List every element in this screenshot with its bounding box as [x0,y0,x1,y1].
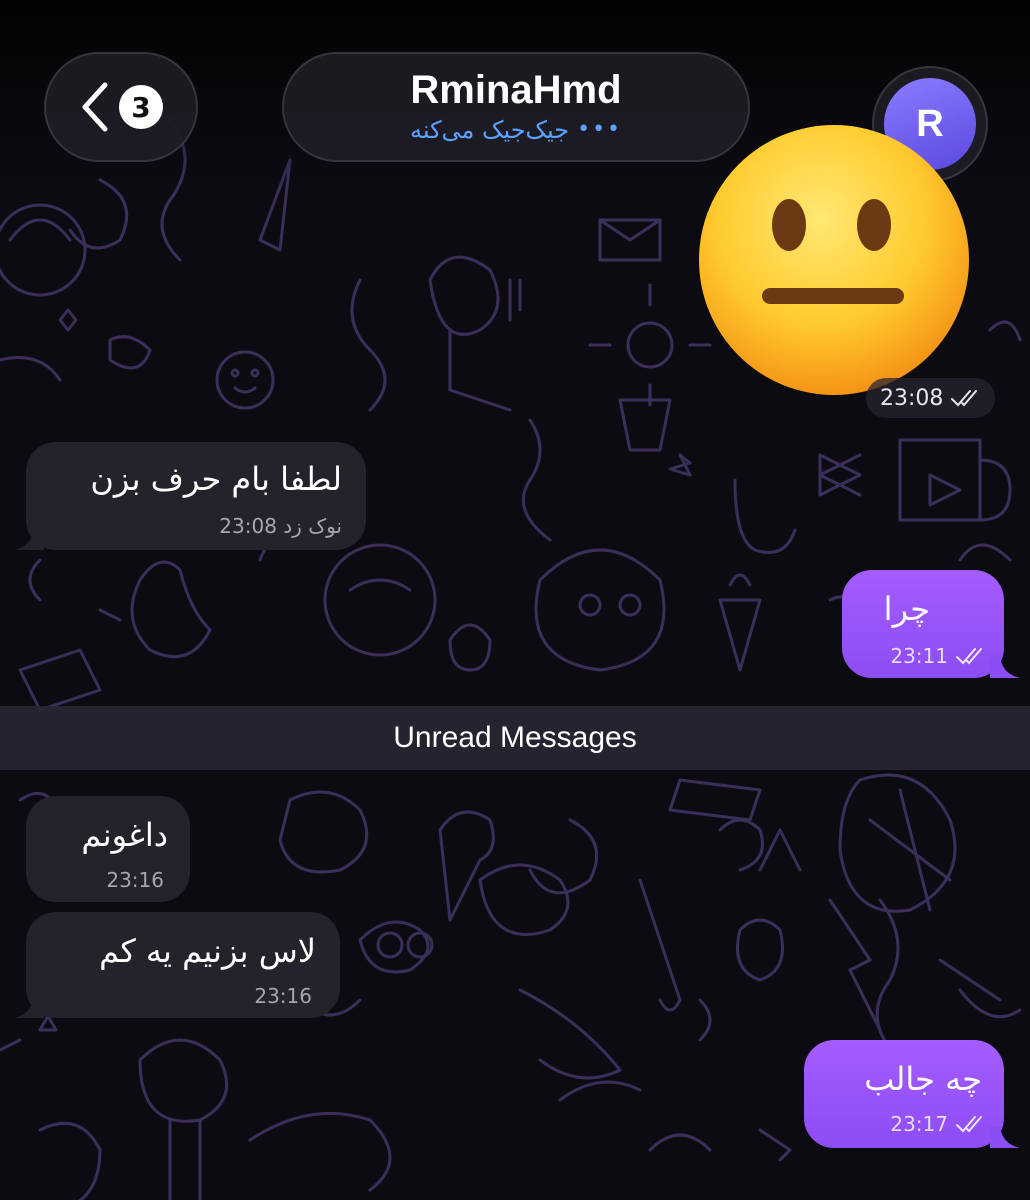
bubble-tail [14,996,44,1018]
neutral-face-emoji [699,125,969,395]
bubble-tail [990,656,1020,678]
message-text: داغونم [81,816,168,854]
bubble-tail [990,1126,1020,1148]
unread-count-badge: 3 [119,85,163,129]
sticker-timestamp: 23:08 [866,378,996,418]
sticker-time-text: 23:08 [880,385,944,411]
message-time: 23:16 [106,868,164,892]
message-bubble-outgoing[interactable]: چرا 23:11 [842,570,1004,678]
message-text: چرا [883,590,930,628]
double-check-icon [956,648,982,665]
message-bubble-incoming[interactable]: داغونم 23:16 [26,796,190,902]
double-check-icon [951,390,978,407]
typing-status-text: جیک‌جیک می‌کنه [409,116,570,144]
message-bubble-outgoing[interactable]: چه جالب 23:17 [804,1040,1004,1148]
chat-title[interactable]: RminaHmd جیک‌جیک می‌کنه ••• [282,52,750,162]
message-meta: 23:17 [890,1112,986,1136]
chat-name: RminaHmd [410,68,622,112]
chevron-left-icon [82,82,108,132]
typing-dots-icon: ••• [577,117,623,142]
message-time: 23:17 [890,1112,948,1136]
message-time: 23:11 [890,644,948,668]
message-text: لاس بزنیم یه کم [99,932,316,970]
message-bubble-incoming[interactable]: لاس بزنیم یه کم 23:16 [26,912,340,1018]
message-text: لطفا بام حرف بزن [90,460,342,498]
message-text: چه جالب [864,1060,982,1098]
message-time: 23:16 [254,984,312,1008]
back-button[interactable]: 3 [44,52,198,162]
message-bubble-incoming[interactable]: لطفا بام حرف بزن نوک زد 23:08 [26,442,366,550]
message-meta: 23:11 [890,644,986,668]
bubble-tail [14,528,44,550]
double-check-icon [956,1116,982,1133]
typing-status: جیک‌جیک می‌کنه ••• [410,113,622,147]
unread-messages-divider: Unread Messages [0,706,1030,770]
message-time: نوک زد 23:08 [219,514,342,538]
